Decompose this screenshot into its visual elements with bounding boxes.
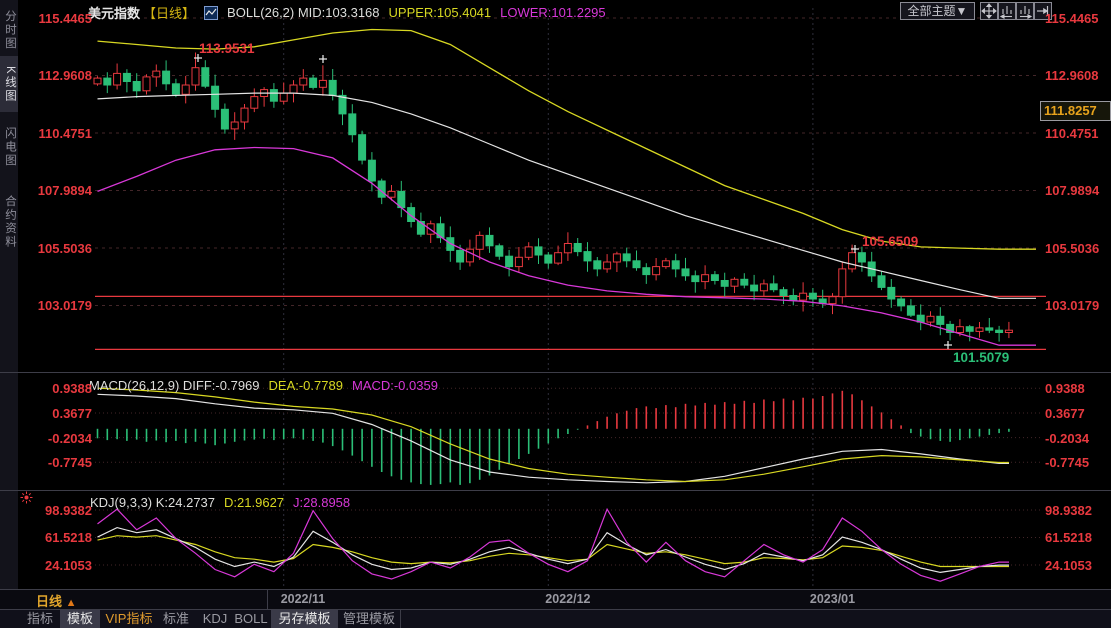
indicator-toolbar: 指标模板VIP指标标准KDJBOLL另存模板管理模板 <box>0 610 1111 628</box>
axis-tick-label: 105.5036 <box>1045 241 1111 256</box>
toolbar-divider <box>400 610 401 628</box>
toolbar-tab-0[interactable]: 指标 <box>22 610 58 628</box>
kdj-k-value: KDJ(9,3,3) K:24.2737 <box>90 495 215 510</box>
last-price-tag: 111.8257 <box>1040 101 1111 121</box>
expand-bars-icon[interactable] <box>1016 2 1034 20</box>
boll-lower-value: LOWER:101.2295 <box>500 5 606 20</box>
kdj-d-value: D:21.9627 <box>224 495 284 510</box>
toolbar-tab-1[interactable]: 模板 <box>60 610 100 628</box>
axis-tick-label: 24.1053 <box>20 558 92 573</box>
kdj-j-value: J:28.8958 <box>293 495 350 510</box>
toolbar-tab-5[interactable]: BOLL <box>233 610 269 628</box>
period-label: 【日线】 <box>143 3 195 22</box>
axis-tick-label: 115.4465 <box>20 11 92 26</box>
chart-canvas[interactable]: 113.9531 105.6509 101.5079 <box>0 0 1111 628</box>
svg-text:101.5079: 101.5079 <box>953 350 1009 365</box>
axis-tick-label: 112.9608 <box>1045 68 1111 83</box>
axis-tick-label: 24.1053 <box>1045 558 1111 573</box>
axis-tick-label: 110.4751 <box>20 126 92 141</box>
axis-tick-label: -0.2034 <box>20 431 92 446</box>
sidebar-item-1[interactable]: K线图 <box>0 56 18 112</box>
axis-tick-label: 107.9894 <box>20 183 92 198</box>
toolbar-tab-4[interactable]: KDJ <box>198 610 232 628</box>
chevron-up-icon: ▲ <box>66 597 77 609</box>
boll-upper-value: UPPER:105.4041 <box>389 5 492 20</box>
axis-tick-label: -0.7745 <box>1045 455 1111 470</box>
theme-dropdown-button[interactable]: 全部主题▼ <box>900 2 975 20</box>
axis-tick-label: 98.9382 <box>1045 503 1111 518</box>
axis-tick-label: 115.4465 <box>1045 11 1111 26</box>
toolbar-tab-7[interactable]: 管理模板 <box>340 610 398 628</box>
toolbar-tab-6[interactable]: 另存模板 <box>271 610 338 628</box>
macd-dea-value: DEA:-0.7789 <box>269 378 343 393</box>
axis-tick-label: -0.2034 <box>1045 431 1111 446</box>
macd-value: MACD:-0.0359 <box>352 378 438 393</box>
panel-divider[interactable] <box>0 372 1111 373</box>
compress-bars-icon[interactable] <box>998 2 1016 20</box>
macd-diff-value: MACD(26,12,9) DIFF:-0.7969 <box>89 378 260 393</box>
axis-tick-label: -0.7745 <box>20 455 92 470</box>
time-axis-row: 日线 ▲ 2022/11 2022/12 2023/01 <box>0 590 1111 609</box>
axis-tick-label: 103.0179 <box>1045 298 1111 313</box>
pan-icon[interactable] <box>980 2 998 20</box>
svg-text:105.6509: 105.6509 <box>862 234 918 249</box>
axis-tick-label: 0.3677 <box>20 406 92 421</box>
period-selector[interactable]: 日线 ▲ <box>36 591 77 610</box>
symbol-name: 美元指数 <box>88 3 140 22</box>
axis-tick-label: 107.9894 <box>1045 183 1111 198</box>
sidebar-item-2[interactable]: 闪电图 <box>0 120 18 174</box>
indicator-icon[interactable] <box>204 6 218 20</box>
axis-tick-label: 61.5218 <box>20 530 92 545</box>
axis-tick-label: 61.5218 <box>1045 530 1111 545</box>
axis-tick-label: 0.9388 <box>20 381 92 396</box>
axis-tick-label: 0.3677 <box>1045 406 1111 421</box>
axis-tick-label: 112.9608 <box>20 68 92 83</box>
axis-tick-label: 103.0179 <box>20 298 92 313</box>
axis-tick-label: 110.4751 <box>1045 126 1111 141</box>
toolbar-tab-2[interactable]: VIP指标 <box>103 610 155 628</box>
kdj-header: KDJ(9,3,3) K:24.2737 D:21.9627 J:28.8958 <box>90 495 350 510</box>
axis-tick-label: 0.9388 <box>1045 381 1111 396</box>
svg-text:113.9531: 113.9531 <box>199 41 255 56</box>
macd-header: MACD(26,12,9) DIFF:-0.7969 DEA:-0.7789 M… <box>89 378 438 393</box>
main-chart-header: 美元指数【日线】 BOLL(26,2) MID:103.3168 UPPER:1… <box>88 3 606 22</box>
period-text: 日线 <box>36 594 62 609</box>
axis-tick-label: 105.5036 <box>20 241 92 256</box>
boll-mid-value: BOLL(26,2) MID:103.3168 <box>227 5 379 20</box>
date-label: 2023/01 <box>810 592 855 606</box>
chart-app-window: 113.9531 105.6509 101.5079 分时图 K线图闪电图合约资料 美… <box>0 0 1111 628</box>
sidebar-item-3[interactable]: 合约资料 <box>0 182 18 262</box>
panel-divider[interactable] <box>0 490 1111 491</box>
sidebar-item-0[interactable]: 分时图 <box>0 6 18 54</box>
axis-tick-label: 98.9382 <box>20 503 92 518</box>
date-label: 2022/12 <box>545 592 590 606</box>
date-label: 2022/11 <box>281 592 326 606</box>
cell-divider <box>267 590 268 609</box>
chart-type-sidebar: 分时图 K线图闪电图合约资料 <box>0 0 18 592</box>
toolbar-tab-3[interactable]: 标准 <box>158 610 194 628</box>
